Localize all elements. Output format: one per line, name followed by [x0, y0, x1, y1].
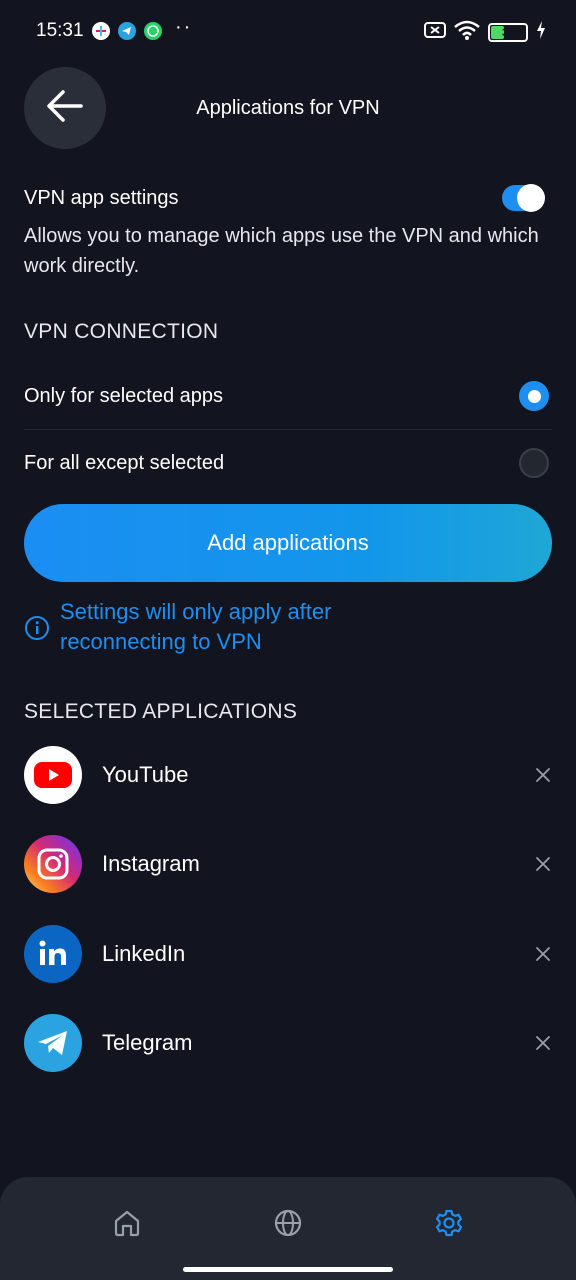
info-text: Settings will only apply after reconnect…	[60, 599, 332, 654]
toggle-knob	[517, 184, 545, 212]
charging-icon	[536, 21, 546, 44]
youtube-icon	[24, 746, 82, 804]
app-name: YouTube	[102, 762, 189, 787]
option-all-except-selected[interactable]: For all except selected	[24, 430, 552, 496]
status-right: 37	[424, 20, 546, 45]
settings-gear-icon[interactable]	[429, 1203, 469, 1243]
slack-icon	[92, 22, 110, 40]
option-label: Only for selected apps	[24, 384, 223, 407]
sim-off-icon	[424, 21, 446, 44]
selected-applications-section-label: SELECTED APPLICATIONS	[24, 700, 298, 723]
instagram-icon	[24, 835, 82, 893]
status-bar: 15:31 ·· 37	[0, 0, 576, 64]
vpn-app-settings-toggle[interactable]	[502, 184, 545, 212]
app-name: LinkedIn	[102, 941, 186, 966]
home-indicator[interactable]	[183, 1267, 393, 1272]
battery-level: 37	[501, 26, 515, 39]
radio-selected[interactable]	[519, 381, 549, 411]
vpn-connection-section-label: VPN CONNECTION	[24, 320, 219, 343]
globe-icon[interactable]	[268, 1203, 308, 1243]
selected-app-row: Instagram	[24, 834, 552, 894]
status-time: 15:31	[36, 20, 84, 41]
telegram-icon	[118, 22, 136, 40]
app-name: Telegram	[102, 1030, 193, 1055]
page-title: Applications for VPN	[196, 97, 380, 119]
radio-unselected[interactable]	[519, 448, 549, 478]
add-applications-button[interactable]: Add applications	[24, 504, 552, 582]
whatsapp-icon	[144, 22, 162, 40]
remove-app-button[interactable]	[526, 847, 560, 881]
option-only-selected-apps[interactable]: Only for selected apps	[24, 363, 552, 429]
home-icon[interactable]	[107, 1203, 147, 1243]
bottom-nav	[0, 1177, 576, 1280]
vpn-app-settings-title: VPN app settings	[24, 187, 179, 209]
remove-app-button[interactable]	[526, 758, 560, 792]
selected-app-row: LinkedIn	[24, 924, 552, 984]
vpn-app-settings-description: Allows you to manage which apps use the …	[24, 225, 539, 277]
more-notifications: ··	[175, 16, 193, 38]
selected-app-row: Telegram	[24, 1013, 552, 1073]
info-icon	[24, 615, 50, 646]
battery-icon: 37	[488, 23, 528, 42]
linkedin-icon	[24, 925, 82, 983]
reconnect-info: Settings will only apply after reconnect…	[24, 597, 460, 657]
app-name: Instagram	[102, 851, 200, 876]
telegram-icon	[24, 1014, 82, 1072]
selected-app-row: YouTube	[24, 745, 552, 805]
remove-app-button[interactable]	[526, 937, 560, 971]
wifi-icon	[454, 20, 480, 45]
remove-app-button[interactable]	[526, 1026, 560, 1060]
option-label: For all except selected	[24, 451, 225, 474]
